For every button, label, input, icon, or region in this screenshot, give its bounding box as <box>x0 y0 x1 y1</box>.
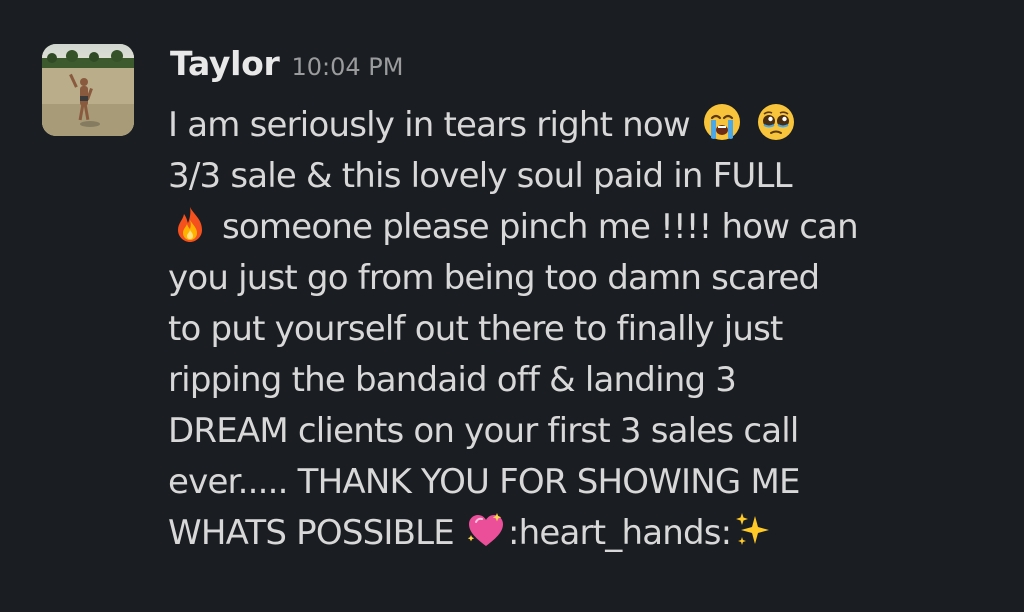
avatar[interactable] <box>42 44 134 136</box>
message-line: I am seriously in tears right now <box>168 100 1008 151</box>
message-body: I am seriously in tears right now 3/3 sa… <box>168 100 1008 559</box>
message-timestamp[interactable]: 10:04 PM <box>291 53 403 81</box>
message-text: to put yourself out there to finally jus… <box>168 309 783 349</box>
sparkling-heart-icon <box>466 510 506 550</box>
message-line: you just go from being too damn scared <box>168 253 1008 304</box>
avatar-image <box>42 44 134 136</box>
heart-hands-shortcode: :heart_hands: <box>507 513 732 553</box>
sender-name[interactable]: Taylor <box>170 44 280 83</box>
message-line: DREAM clients on your first 3 sales call <box>168 406 1008 457</box>
message-text: 3/3 sale & this lovely soul paid in FULL <box>168 156 793 196</box>
message-line: 3/3 sale & this lovely soul paid in FULL <box>168 151 1008 202</box>
message-text: someone please pinch me !!!! how can <box>222 207 859 247</box>
message-line: ever..... THANK YOU FOR SHOWING ME <box>168 457 1008 508</box>
pleading-face-icon <box>756 102 796 142</box>
message-line: to put yourself out there to finally jus… <box>168 304 1008 355</box>
message-text: WHATS POSSIBLE <box>168 513 464 553</box>
message-text: ever..... THANK YOU FOR SHOWING ME <box>168 462 800 502</box>
fire-icon <box>170 204 210 244</box>
message-container: Taylor 10:04 PM I am seriously in tears … <box>0 0 1024 612</box>
sparkles-icon <box>733 510 773 550</box>
loudly-crying-face-icon <box>702 102 742 142</box>
message-text: I am seriously in tears right now <box>168 105 700 145</box>
message-text: ripping the bandaid off & landing 3 <box>168 360 737 400</box>
message-text: you just go from being too damn scared <box>168 258 820 298</box>
message-line: ripping the bandaid off & landing 3 <box>168 355 1008 406</box>
message-header: Taylor 10:04 PM <box>170 44 403 94</box>
message-text: DREAM clients on your first 3 sales call <box>168 411 799 451</box>
message-line: WHATS POSSIBLE :heart_hands: <box>168 508 1008 559</box>
message-line: someone please pinch me !!!! how can <box>168 202 1008 253</box>
